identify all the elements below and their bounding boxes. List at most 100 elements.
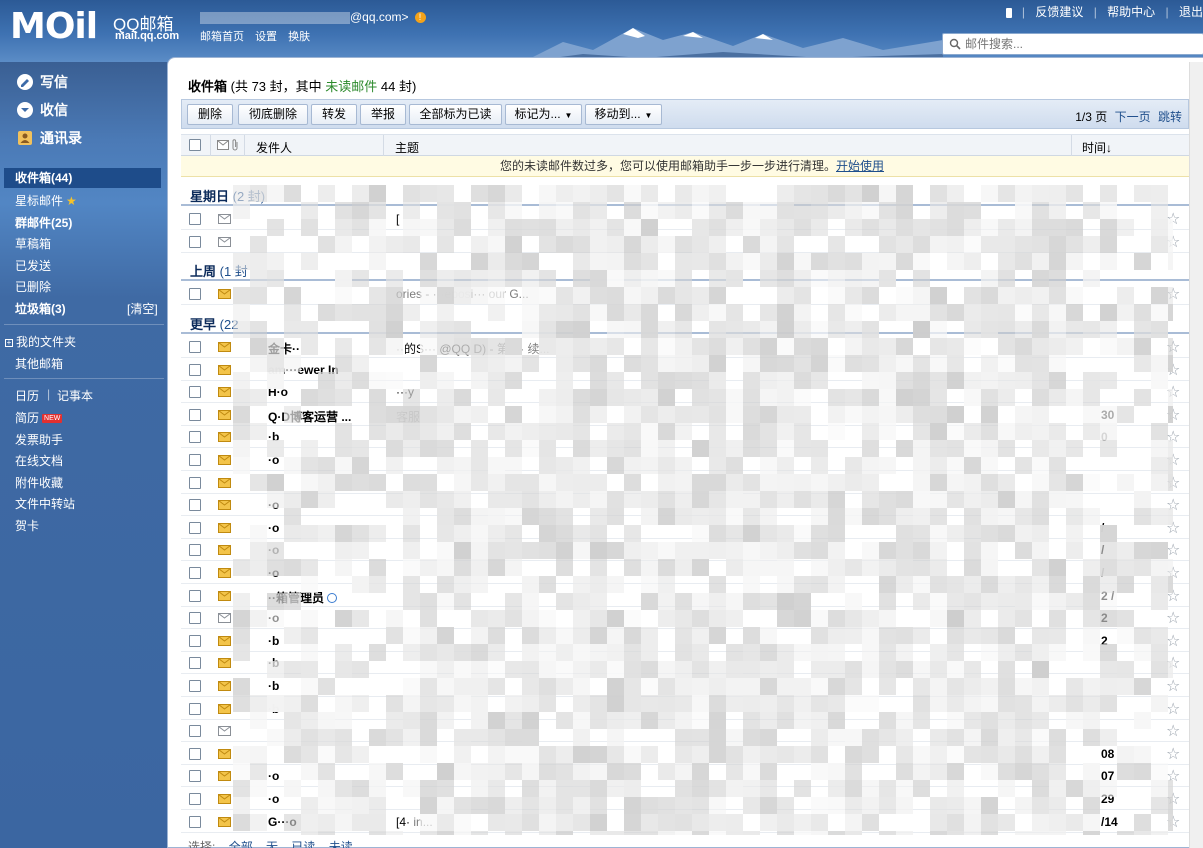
mail-row[interactable]: ·o / ☆: [181, 539, 1189, 562]
resume-link[interactable]: 简历 NEW: [15, 409, 63, 426]
star-icon[interactable]: ☆: [1166, 699, 1180, 719]
delete-permanent-button[interactable]: 彻底删除: [238, 104, 308, 125]
nav-skin[interactable]: 换肤: [288, 31, 310, 43]
row-checkbox[interactable]: [189, 341, 201, 353]
mail-row[interactable]: ··箱管理员 2 / ☆: [181, 585, 1189, 607]
mail-row[interactable]: ·o ☆: [181, 494, 1189, 517]
row-checkbox[interactable]: [189, 725, 201, 738]
phone-icon[interactable]: [1005, 7, 1012, 18]
star-icon[interactable]: ☆: [1166, 450, 1180, 470]
select-all-checkbox[interactable]: [189, 139, 201, 151]
row-checkbox[interactable]: [189, 567, 201, 579]
column-subject[interactable]: 主题: [395, 139, 419, 156]
row-checkbox[interactable]: [189, 657, 201, 670]
row-checkbox[interactable]: [189, 386, 201, 399]
search-box[interactable]: [942, 33, 1203, 55]
group-count[interactable]: (1 封: [220, 264, 248, 279]
row-checkbox[interactable]: [189, 770, 201, 783]
jump-page-link[interactable]: 跳转: [1158, 110, 1182, 124]
calendar-link[interactable]: 日历: [15, 387, 39, 404]
row-checkbox[interactable]: [189, 454, 201, 466]
mail-row[interactable]: ·b 0 ☆: [181, 426, 1189, 449]
row-checkbox[interactable]: [189, 235, 201, 248]
other-mailboxes[interactable]: 其他邮箱: [15, 355, 63, 372]
row-checkbox[interactable]: [189, 634, 201, 647]
mail-row[interactable]: am···ewer In ☆: [181, 359, 1189, 381]
mail-row[interactable]: H·o ···y ☆: [181, 381, 1189, 404]
notes-link[interactable]: 记事本: [57, 387, 93, 404]
row-checkbox[interactable]: [189, 680, 201, 692]
mail-row[interactable]: ·b 2 ☆: [181, 630, 1189, 652]
star-icon[interactable]: ☆: [1166, 653, 1180, 673]
folder-sent[interactable]: 已发送: [15, 257, 51, 274]
row-checkbox[interactable]: [189, 793, 201, 805]
mail-row[interactable]: ·o ☆: [181, 449, 1189, 471]
nav-home[interactable]: 邮箱首页: [200, 31, 244, 43]
select-all-link[interactable]: 全部: [229, 840, 253, 848]
row-checkbox[interactable]: [189, 815, 201, 828]
mail-row[interactable]: ☆: [181, 472, 1189, 494]
mail-row[interactable]: ·o / ☆: [181, 562, 1189, 584]
star-icon[interactable]: ☆: [1166, 789, 1180, 809]
row-checkbox[interactable]: [189, 476, 201, 489]
star-icon[interactable]: ☆: [1166, 232, 1180, 252]
group-count[interactable]: (2 封): [233, 189, 266, 204]
report-button[interactable]: 举报: [360, 104, 406, 125]
star-icon[interactable]: ☆: [1166, 563, 1180, 583]
star-icon[interactable]: ☆: [1166, 812, 1180, 832]
select-unread-link[interactable]: 未读: [329, 840, 353, 848]
column-time[interactable]: 时间↓: [1082, 139, 1112, 156]
star-icon[interactable]: ☆: [1166, 337, 1180, 357]
help-link[interactable]: 帮助中心: [1107, 5, 1155, 19]
mail-row[interactable]: [ ☆: [181, 208, 1189, 230]
row-checkbox[interactable]: [189, 363, 201, 376]
row-checkbox[interactable]: [189, 521, 201, 534]
scrollbar[interactable]: [1189, 62, 1203, 848]
star-icon[interactable]: ☆: [1166, 518, 1180, 538]
mail-row[interactable]: ·b ☆: [181, 652, 1189, 675]
logout-link[interactable]: 退出: [1179, 5, 1203, 19]
mail-row[interactable]: 金卡·· ··的S··· @QQ D) - 第 ··· 续... ☆: [181, 336, 1189, 358]
folder-inbox[interactable]: 收件箱(44): [4, 168, 161, 188]
mail-row[interactable]: ☆: [181, 720, 1189, 743]
row-checkbox[interactable]: [189, 544, 201, 557]
folder-starred[interactable]: 星标邮件 ★: [15, 192, 77, 209]
row-checkbox[interactable]: [189, 213, 201, 225]
star-icon[interactable]: ☆: [1166, 284, 1180, 304]
contacts-button[interactable]: 通讯录: [16, 128, 82, 148]
receive-button[interactable]: 收信: [16, 100, 68, 120]
star-icon[interactable]: ☆: [1166, 473, 1180, 493]
row-checkbox[interactable]: [189, 431, 201, 444]
mail-row[interactable]: ☆: [181, 231, 1189, 253]
mail-row[interactable]: ·b ☆: [181, 675, 1189, 697]
star-icon[interactable]: ☆: [1166, 405, 1180, 425]
select-read-link[interactable]: 已读: [291, 840, 315, 848]
row-checkbox[interactable]: [189, 589, 201, 602]
mail-row[interactable]: ·o / ☆: [181, 517, 1189, 539]
mark-all-read-button[interactable]: 全部标为已读: [409, 104, 502, 125]
star-icon[interactable]: ☆: [1166, 608, 1180, 628]
star-icon[interactable]: ☆: [1166, 766, 1180, 786]
mail-row[interactable]: ·b ☆: [181, 698, 1189, 720]
clear-spam-link[interactable]: [清空]: [127, 300, 158, 317]
folder-spam[interactable]: 垃圾箱(3): [15, 300, 66, 317]
mark-as-dropdown[interactable]: 标记为... ▼: [505, 104, 582, 125]
row-checkbox[interactable]: [189, 747, 201, 760]
row-checkbox[interactable]: [189, 499, 201, 512]
forward-button[interactable]: 转发: [311, 104, 357, 125]
unread-label[interactable]: 未读邮件: [325, 79, 377, 94]
greeting-cards[interactable]: 贺卡: [15, 517, 39, 534]
star-icon[interactable]: ☆: [1166, 631, 1180, 651]
notice-start-link[interactable]: 开始使用: [836, 159, 884, 173]
star-icon[interactable]: ☆: [1166, 540, 1180, 560]
folder-drafts[interactable]: 草稿箱: [15, 235, 51, 252]
star-icon[interactable]: ☆: [1166, 209, 1180, 229]
folder-group-mail[interactable]: 群邮件(25): [15, 214, 72, 231]
warning-icon[interactable]: !: [414, 12, 426, 24]
attachment-favorites[interactable]: 附件收藏: [15, 474, 63, 491]
star-icon[interactable]: ☆: [1166, 427, 1180, 447]
star-icon[interactable]: ☆: [1166, 382, 1180, 402]
column-sender[interactable]: 发件人: [256, 139, 292, 156]
compose-button[interactable]: 写信: [16, 72, 68, 92]
star-icon[interactable]: ☆: [1166, 360, 1180, 380]
